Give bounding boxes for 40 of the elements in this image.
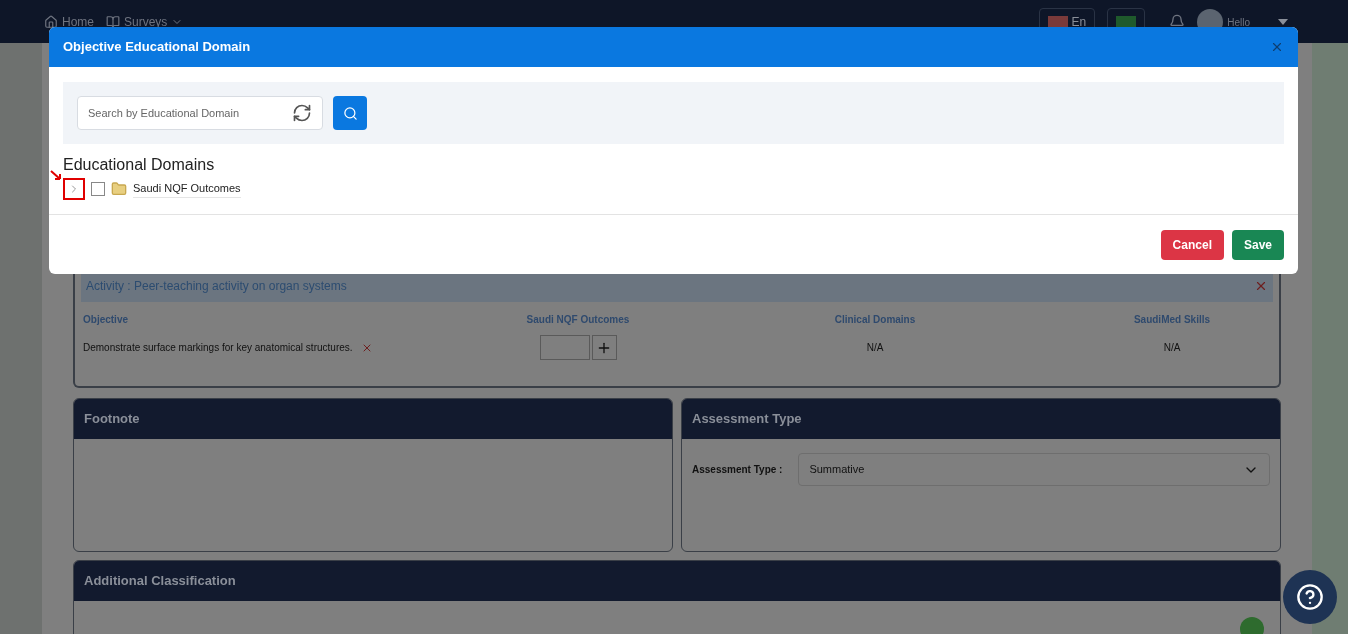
arrow-icon bbox=[50, 170, 62, 180]
greeting: Hello bbox=[1227, 15, 1250, 30]
save-button[interactable]: Save bbox=[1231, 229, 1284, 260]
refresh-icon[interactable] bbox=[292, 103, 312, 123]
help-button[interactable] bbox=[1283, 570, 1337, 624]
folder-icon bbox=[111, 181, 127, 197]
column-header: Clinical Domains bbox=[833, 313, 917, 327]
card-title: Footnote bbox=[84, 410, 140, 429]
close-icon[interactable] bbox=[1254, 279, 1268, 293]
flag-icon bbox=[1047, 15, 1068, 28]
cancel-button[interactable]: Cancel bbox=[1160, 229, 1224, 260]
annotation-box bbox=[63, 178, 85, 200]
book-icon bbox=[106, 14, 120, 29]
table-cell-text: N/A bbox=[1162, 341, 1182, 355]
tree-item[interactable]: Saudi NQF Outcomes bbox=[133, 180, 241, 198]
nav-link[interactable]: Home bbox=[44, 12, 94, 31]
outcome-field[interactable] bbox=[539, 335, 590, 360]
assessment-select[interactable]: Summative bbox=[798, 453, 1270, 486]
column-header: SaudiMed Skills bbox=[1132, 313, 1212, 327]
home-icon bbox=[44, 14, 58, 29]
column-header: Saudi NQF Outcomes bbox=[525, 313, 631, 327]
table-cell-text: N/A bbox=[865, 341, 885, 355]
card-title: Additional Classification bbox=[84, 572, 236, 591]
checkbox[interactable] bbox=[91, 182, 105, 196]
search-icon bbox=[342, 105, 358, 121]
search-input[interactable]: Search by Educational Domain bbox=[88, 104, 278, 122]
column-header: Objective bbox=[83, 313, 130, 327]
help-icon bbox=[1296, 583, 1324, 611]
add-button[interactable] bbox=[591, 335, 617, 360]
section-title: Educational Domains bbox=[63, 155, 215, 175]
search-field[interactable]: Search by Educational Domain bbox=[77, 96, 323, 130]
modal-title: Objective Educational Domain bbox=[63, 38, 251, 57]
flag-icon bbox=[1116, 15, 1137, 28]
close-icon[interactable] bbox=[1270, 40, 1284, 54]
search-button[interactable] bbox=[333, 96, 367, 130]
activity-title: Activity : Peer-teaching activity on organ systems bbox=[86, 278, 347, 295]
nav-link[interactable]: Surveys bbox=[106, 12, 184, 31]
card-title: Assessment Type bbox=[692, 410, 802, 429]
table-cell-text: Demonstrate surface markings for key anatomical structures. bbox=[83, 341, 353, 355]
field-label: Assessment Type : bbox=[692, 463, 783, 477]
